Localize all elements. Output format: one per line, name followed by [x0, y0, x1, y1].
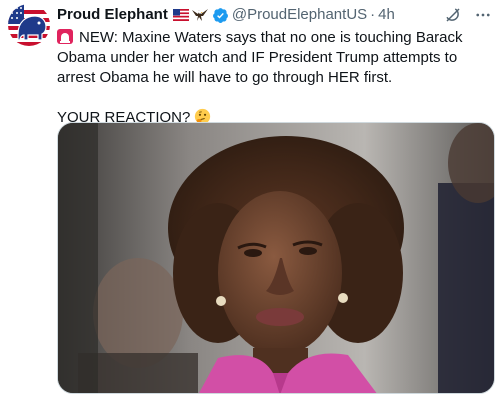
eagle-emoji-icon [191, 9, 208, 21]
header-actions [444, 6, 492, 24]
us-flag-emoji-icon [172, 9, 189, 21]
elephant-flag-avatar-icon [8, 4, 50, 46]
tweet-timestamp[interactable]: 4h [378, 5, 395, 25]
photo-woman-pink-jacket [58, 123, 494, 393]
tweet-header: Proud Elephant @ProudElephantUS · 4h [57, 5, 492, 25]
tweet[interactable]: Proud Elephant @ProudElephantUS · 4h NEW… [0, 0, 500, 401]
tweet-text: NEW: Maxine Waters says that no one is t… [57, 28, 495, 128]
rotating-light-emoji-icon [57, 29, 73, 44]
separator-dot: · [370, 6, 376, 23]
tweet-media-photo[interactable] [57, 122, 495, 394]
author-avatar[interactable] [8, 4, 50, 46]
name-emojis [172, 7, 209, 23]
verified-badge-icon[interactable] [212, 7, 229, 24]
tweet-text-main: NEW: Maxine Waters says that no one is t… [57, 28, 495, 88]
more-icon[interactable] [474, 6, 492, 24]
tweet-body: NEW: Maxine Waters says that no one is t… [57, 29, 463, 86]
author-display-name[interactable]: Proud Elephant [57, 5, 168, 25]
author-handle[interactable]: @ProudElephantUS [232, 5, 367, 25]
grok-icon[interactable] [444, 6, 462, 24]
